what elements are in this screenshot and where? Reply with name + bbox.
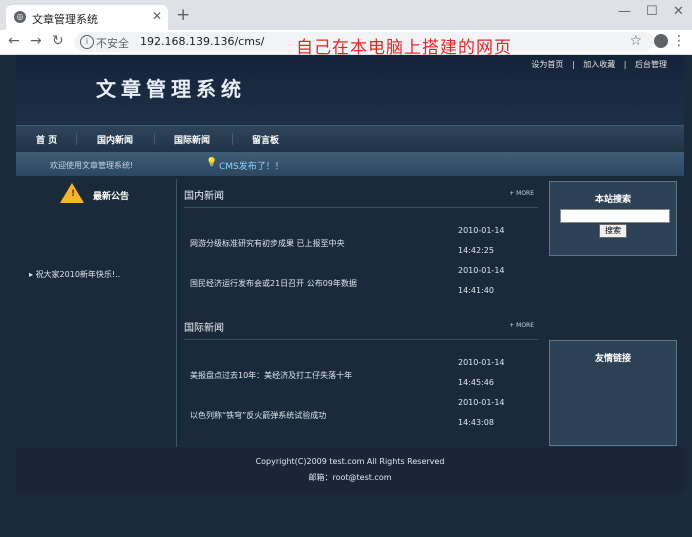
notice-title: 最新公告	[93, 192, 130, 202]
top-links: 设为首页 | 加入收藏 | 后台管理	[528, 59, 670, 70]
notice-column: ! 最新公告 ▸ 祝大家2010新年快乐!..	[16, 179, 177, 447]
tab-title: 文章管理系统	[32, 13, 98, 26]
nav-divider	[154, 133, 155, 145]
back-icon[interactable]: ←	[8, 33, 20, 49]
international-news-header: 国际新闻 + MORE	[184, 313, 538, 340]
news-date: 2010-01-14	[458, 358, 505, 367]
maximize-icon[interactable]: ☐	[646, 4, 658, 19]
page: 设为首页 | 加入收藏 | 后台管理 文章管理系统 首 页 国内新闻 国际新闻 …	[0, 55, 692, 537]
links-panel: 友情链接	[549, 340, 677, 446]
news-time: 14:43:08	[458, 418, 494, 427]
welcome-bar: 欢迎使用文章管理系统! 💡 CMS发布了！！	[16, 152, 684, 176]
news-link[interactable]: 网游分级标准研究有初步成果 已上报至中央	[190, 238, 345, 249]
lightbulb-icon: 💡	[206, 158, 218, 168]
list-item: 美报盘点过去10年：美经济及打工仔失落十年 2010-01-14 14:45:4…	[190, 347, 538, 387]
domestic-news-title: 国内新闻	[184, 191, 224, 202]
site-frame: 设为首页 | 加入收藏 | 后台管理 文章管理系统 首 页 国内新闻 国际新闻 …	[16, 55, 684, 537]
list-item: 网游分级标准研究有初步成果 已上报至中央 2010-01-14 14:42:25	[190, 215, 538, 255]
nav-divider	[76, 133, 77, 145]
search-panel: 本站搜索 搜索	[549, 181, 677, 256]
add-favorite-link[interactable]: 加入收藏	[583, 60, 615, 69]
links-title: 友情链接	[594, 354, 631, 364]
info-icon[interactable]: i	[80, 35, 94, 49]
news-link[interactable]: 以色列称“铁穹”反火箭弹系统试验成功	[190, 410, 326, 421]
site-logo: 文章管理系统	[96, 77, 246, 101]
news-time: 14:42:25	[458, 246, 494, 255]
search-button[interactable]: 搜索	[599, 224, 627, 238]
domestic-news-header: 国内新闻 + MORE	[184, 181, 538, 208]
tab-bar: ◎ 文章管理系统 ✕ + — ☐ ✕	[0, 0, 692, 30]
site-footer: Copyright(C)2009 test.com All Rights Res…	[16, 447, 684, 493]
list-item: 以色列称“铁穹”反火箭弹系统试验成功 2010-01-14 14:43:08	[190, 387, 538, 427]
main-nav: 首 页 国内新闻 国际新闻 留言板	[16, 125, 684, 152]
site-header: 设为首页 | 加入收藏 | 后台管理 文章管理系统	[16, 55, 684, 125]
news-date: 2010-01-14	[458, 398, 505, 407]
email-text: 邮箱：root@test.com	[308, 473, 392, 482]
notice-item-label: 祝大家2010新年快乐!..	[35, 270, 121, 279]
browser-tab[interactable]: ◎ 文章管理系统 ✕	[6, 5, 168, 30]
announcement-link[interactable]: CMS发布了！！	[219, 159, 284, 172]
separator: |	[623, 60, 627, 69]
url-text: 192.168.139.136/cms/	[140, 35, 265, 48]
nav-home[interactable]: 首 页	[36, 133, 57, 146]
news-time: 14:41:40	[458, 286, 494, 295]
separator: |	[571, 60, 575, 69]
welcome-text: 欢迎使用文章管理系统!	[50, 161, 134, 170]
international-news-title: 国际新闻	[184, 323, 224, 334]
list-item: 国民经济运行发布会或21日召开 公布09年数据 2010-01-14 14:41…	[190, 255, 538, 295]
profile-icon[interactable]	[654, 34, 668, 48]
admin-link[interactable]: 后台管理	[635, 60, 667, 69]
warning-mark: !	[71, 189, 76, 199]
nav-domestic[interactable]: 国内新闻	[97, 133, 133, 146]
nav-international[interactable]: 国际新闻	[174, 133, 210, 146]
search-input[interactable]	[560, 209, 670, 223]
nav-guestbook[interactable]: 留言板	[252, 133, 279, 146]
news-link[interactable]: 美报盘点过去10年：美经济及打工仔失落十年	[190, 370, 352, 381]
copyright-text: Copyright(C)2009 test.com All Rights Res…	[255, 457, 445, 466]
bookmark-star-icon[interactable]: ☆	[629, 33, 642, 49]
new-tab-icon[interactable]: +	[176, 5, 190, 25]
news-date: 2010-01-14	[458, 266, 505, 275]
reload-icon[interactable]: ↻	[52, 33, 64, 49]
search-title: 本站搜索	[594, 195, 631, 205]
close-icon[interactable]: ✕	[152, 9, 162, 23]
domestic-more-link[interactable]: + MORE	[509, 190, 534, 197]
news-time: 14:45:46	[458, 378, 494, 387]
menu-icon[interactable]: ⋮	[672, 33, 686, 49]
minimize-icon[interactable]: —	[618, 4, 631, 19]
set-homepage-link[interactable]: 设为首页	[531, 60, 563, 69]
insecure-label: 不安全	[96, 37, 129, 50]
news-date: 2010-01-14	[458, 226, 505, 235]
news-link[interactable]: 国民经济运行发布会或21日召开 公布09年数据	[190, 278, 357, 289]
globe-icon: ◎	[14, 11, 26, 23]
window-close-icon[interactable]: ✕	[673, 4, 684, 19]
nav-divider	[232, 133, 233, 145]
forward-icon[interactable]: →	[30, 33, 42, 49]
international-more-link[interactable]: + MORE	[509, 322, 534, 329]
notice-item[interactable]: ▸ 祝大家2010新年快乐!..	[29, 269, 120, 280]
